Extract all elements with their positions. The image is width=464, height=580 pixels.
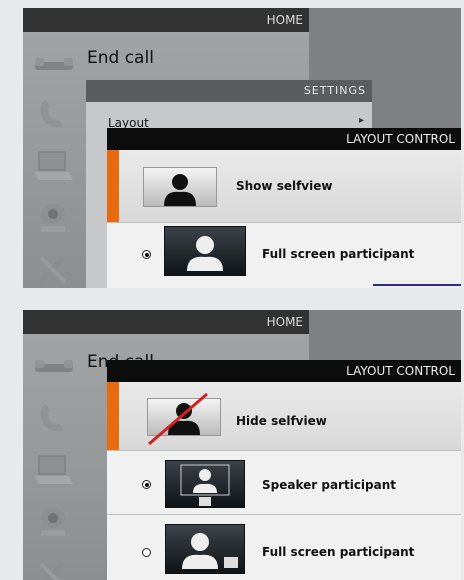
home-icon-column [23,36,83,288]
home-title: HOME [23,8,309,32]
divider [107,450,461,451]
speaker-option-radio[interactable] [142,480,151,489]
selfview-thumbnail [143,167,217,207]
layout-control-title: LAYOUT CONTROL [107,360,461,382]
speaker-option-label[interactable]: Speaker participant [262,478,396,492]
focus-indicator [107,150,119,222]
full-screen-option-label[interactable]: Full screen participant [262,247,414,261]
full-screen-option-radio[interactable] [142,548,151,557]
selfview-label: Hide selfview [236,414,327,428]
end-call-item[interactable]: End call [87,48,154,68]
strikethrough-icon [148,392,208,446]
handset-icon[interactable] [33,46,75,82]
laptop-icon[interactable] [33,148,75,184]
home-icon-column [23,338,83,580]
tools-icon[interactable] [33,252,75,288]
home-title: HOME [23,310,309,334]
phone-icon[interactable] [33,400,75,436]
scroll-indicator [373,284,461,286]
settings-title: SETTINGS [86,80,372,102]
speaker-thumbnail [165,460,245,508]
selfview-label: Show selfview [236,179,333,193]
person-icon [164,174,196,206]
full-screen-thumbnail [165,524,245,574]
speaker-layout-icon [180,464,230,506]
full-screen-thumbnail [164,226,246,276]
camera-icon[interactable] [33,504,75,540]
divider [107,222,461,223]
laptop-icon[interactable] [33,452,75,488]
bottom-screen: HOME End call LAYOUT CONTROL [23,310,461,580]
chevron-right-icon: ▸ [359,115,365,126]
full-screen-layout-icon [182,533,238,569]
focus-indicator [107,382,119,450]
divider [107,514,461,515]
full-screen-option-label[interactable]: Full screen participant [262,545,414,559]
handset-icon[interactable] [33,348,75,384]
person-icon [187,236,223,271]
option-radio[interactable] [142,250,151,259]
top-screen: HOME End call SETTINGS Layout ▸ LAYOUT C… [23,8,461,288]
phone-icon[interactable] [33,96,75,132]
layout-control-title: LAYOUT CONTROL [107,128,461,150]
camera-icon[interactable] [33,200,75,236]
tools-icon[interactable] [33,558,75,580]
